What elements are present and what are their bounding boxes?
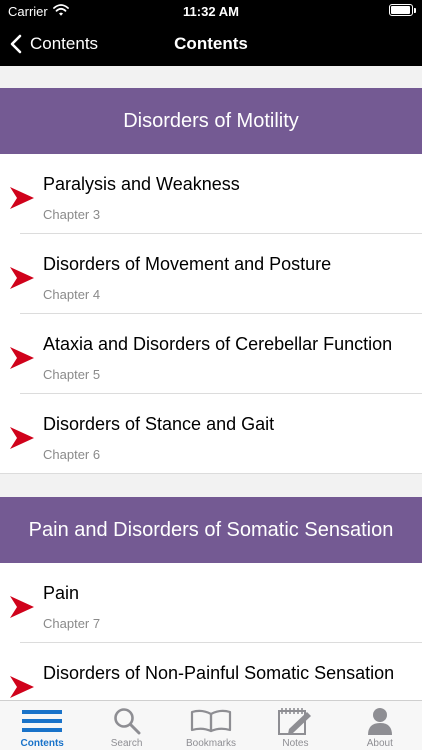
navigation-bar: Contents Contents [0,22,422,66]
status-bar: Carrier 11:32 AM [0,0,422,22]
red-arrow-icon [10,347,34,369]
book-icon [190,706,232,736]
tab-search[interactable]: Search [84,701,168,750]
battery-fill [391,6,410,14]
red-arrow-icon [10,267,34,289]
tab-contents[interactable]: Contents [0,701,84,750]
tab-bookmarks[interactable]: Bookmarks [169,701,253,750]
chapter-title: Disorders of Stance and Gait [43,414,275,434]
back-button[interactable]: Contents [10,22,98,66]
chapter-title: Paralysis and Weakness [43,174,240,194]
person-icon [367,706,393,736]
chapter-row-movement[interactable]: Disorders of Movement and Posture Chapte… [0,234,422,314]
chapter-row-stance-gait[interactable]: Disorders of Stance and Gait Chapter 6 [0,394,422,474]
chapter-title: Ataxia and Disorders of Cerebellar Funct… [43,334,393,354]
chapter-number: Chapter 6 [43,447,101,462]
notes-icon [277,706,313,736]
chapter-row-pain[interactable]: Pain Chapter 7 [0,563,422,643]
chapter-row-paralysis[interactable]: Paralysis and Weakness Chapter 3 [0,154,422,234]
list-icon [21,706,63,736]
chapter-number: Chapter 5 [43,367,101,382]
chapter-title: Pain [43,583,80,603]
tab-about[interactable]: About [338,701,422,750]
red-arrow-icon [10,427,34,449]
section-header-pain: Pain and Disorders of Somatic Sensation [0,497,422,563]
battery-icon [389,4,416,16]
chevron-left-icon [10,34,22,54]
chapter-row-somatic-sensation[interactable]: Disorders of Non-Painful Somatic Sensati… [0,643,422,700]
tab-label: Search [110,738,143,749]
back-button-label: Contents [30,34,99,53]
chapter-title: Disorders of Non-Painful Somatic Sensati… [43,663,395,683]
tab-label: Bookmarks [186,738,237,749]
section-list-pain: Pain Chapter 7 Disorders of Non-Painful … [0,563,422,700]
tab-label: Notes [282,738,309,749]
chapter-number: Chapter 3 [43,207,101,222]
tab-bar: Contents Search Bookmarks Notes About [0,700,422,750]
top-spacer [0,66,422,88]
chapter-row-ataxia[interactable]: Ataxia and Disorders of Cerebellar Funct… [0,314,422,394]
red-arrow-icon [10,596,34,618]
red-arrow-icon [10,187,34,209]
section-spacer [0,474,422,497]
section-list-motility: Paralysis and Weakness Chapter 3 Disorde… [0,154,422,474]
chapter-number: Chapter 4 [43,287,101,302]
chapter-number: Chapter 7 [43,616,101,631]
search-icon [113,706,141,736]
chapter-title: Disorders of Movement and Posture [43,254,332,274]
row-divider [0,473,422,474]
red-arrow-icon [10,676,34,698]
status-time: 11:32 AM [183,4,239,19]
contents-list[interactable]: Disorders of Motility Paralysis and Weak… [0,66,422,700]
tab-label: About [366,738,393,749]
section-header-motility: Disorders of Motility [0,88,422,154]
tab-notes[interactable]: Notes [253,701,337,750]
tab-label: Contents [20,738,64,749]
